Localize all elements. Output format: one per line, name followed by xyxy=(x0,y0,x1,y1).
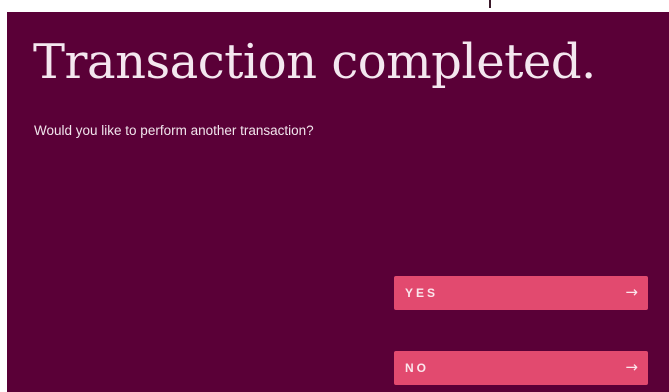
prompt-question: Would you like to perform another transa… xyxy=(34,123,314,138)
yes-button[interactable]: YES → xyxy=(394,276,648,310)
no-button-label: NO xyxy=(405,361,429,375)
no-button[interactable]: NO → xyxy=(394,351,648,385)
page-title: Transaction completed. xyxy=(33,34,596,90)
top-edge-marker xyxy=(489,0,491,8)
arrow-right-icon: → xyxy=(625,358,638,376)
transaction-complete-screen: Transaction completed. Would you like to… xyxy=(7,12,669,392)
yes-button-label: YES xyxy=(405,286,439,300)
arrow-right-icon: → xyxy=(625,283,638,301)
